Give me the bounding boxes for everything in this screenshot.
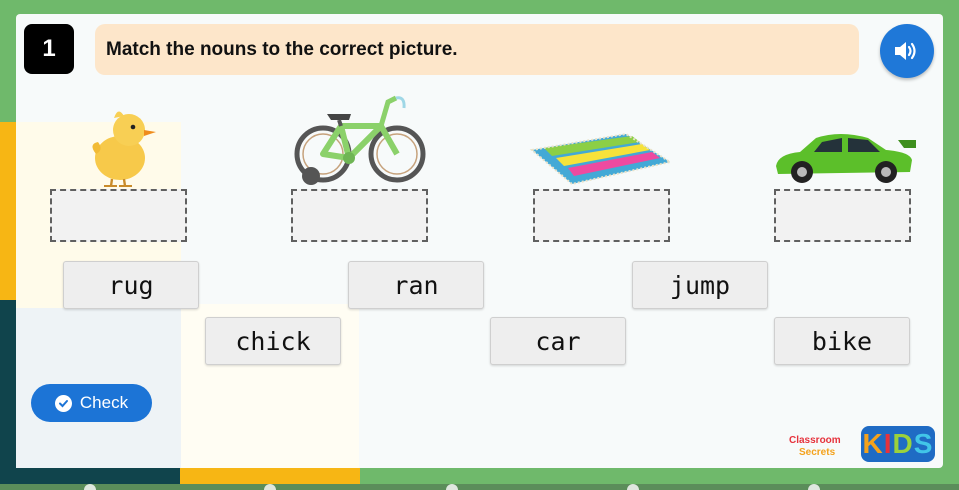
drop-box-chick[interactable]	[50, 189, 187, 242]
speaker-icon	[895, 42, 916, 60]
instruction-text: Match the nouns to the correct picture.	[106, 38, 458, 60]
decor-yellow-strip	[0, 122, 16, 302]
drop-box-bike[interactable]	[291, 189, 428, 242]
instruction-banner: Match the nouns to the correct picture.	[95, 24, 859, 75]
word-tile-rug[interactable]: rug	[63, 261, 199, 309]
kids-letter: S	[913, 428, 934, 459]
word-tile-car[interactable]: car	[490, 317, 626, 365]
progress-dot[interactable]	[627, 484, 639, 490]
bike-picture	[294, 95, 426, 185]
word-tile-jump[interactable]: jump	[632, 261, 768, 309]
word-tile-chick[interactable]: chick	[205, 317, 341, 365]
logo-text-classroom: Classroom	[789, 435, 841, 446]
question-number: 1	[24, 24, 74, 74]
progress-dot[interactable]	[446, 484, 458, 490]
kids-letter: K	[862, 428, 884, 459]
activity-panel: 1 Match the nouns to the correct picture…	[16, 14, 943, 468]
audio-button[interactable]	[880, 24, 934, 78]
decor-dark-strip	[0, 300, 16, 490]
word-tile-ran[interactable]: ran	[348, 261, 484, 309]
kids-letter: I	[883, 428, 893, 459]
check-circle-icon	[54, 394, 72, 412]
kids-logo: K I D S	[861, 426, 935, 462]
progress-dot[interactable]	[84, 484, 96, 490]
rug-picture	[529, 132, 673, 186]
logo-text-secrets: Secrets	[799, 447, 836, 458]
car-picture	[776, 134, 916, 183]
classroom-secrets-logo: Classroom Secrets	[787, 431, 857, 461]
check-button[interactable]: Check	[31, 384, 152, 422]
progress-dot[interactable]	[264, 484, 276, 490]
kids-letter: D	[892, 428, 914, 459]
check-button-label: Check	[79, 393, 129, 412]
drop-box-car[interactable]	[774, 189, 911, 242]
drop-box-rug[interactable]	[533, 189, 670, 242]
word-tile-bike[interactable]: bike	[774, 317, 910, 365]
progress-dot[interactable]	[808, 484, 820, 490]
chick-picture	[92, 111, 156, 187]
